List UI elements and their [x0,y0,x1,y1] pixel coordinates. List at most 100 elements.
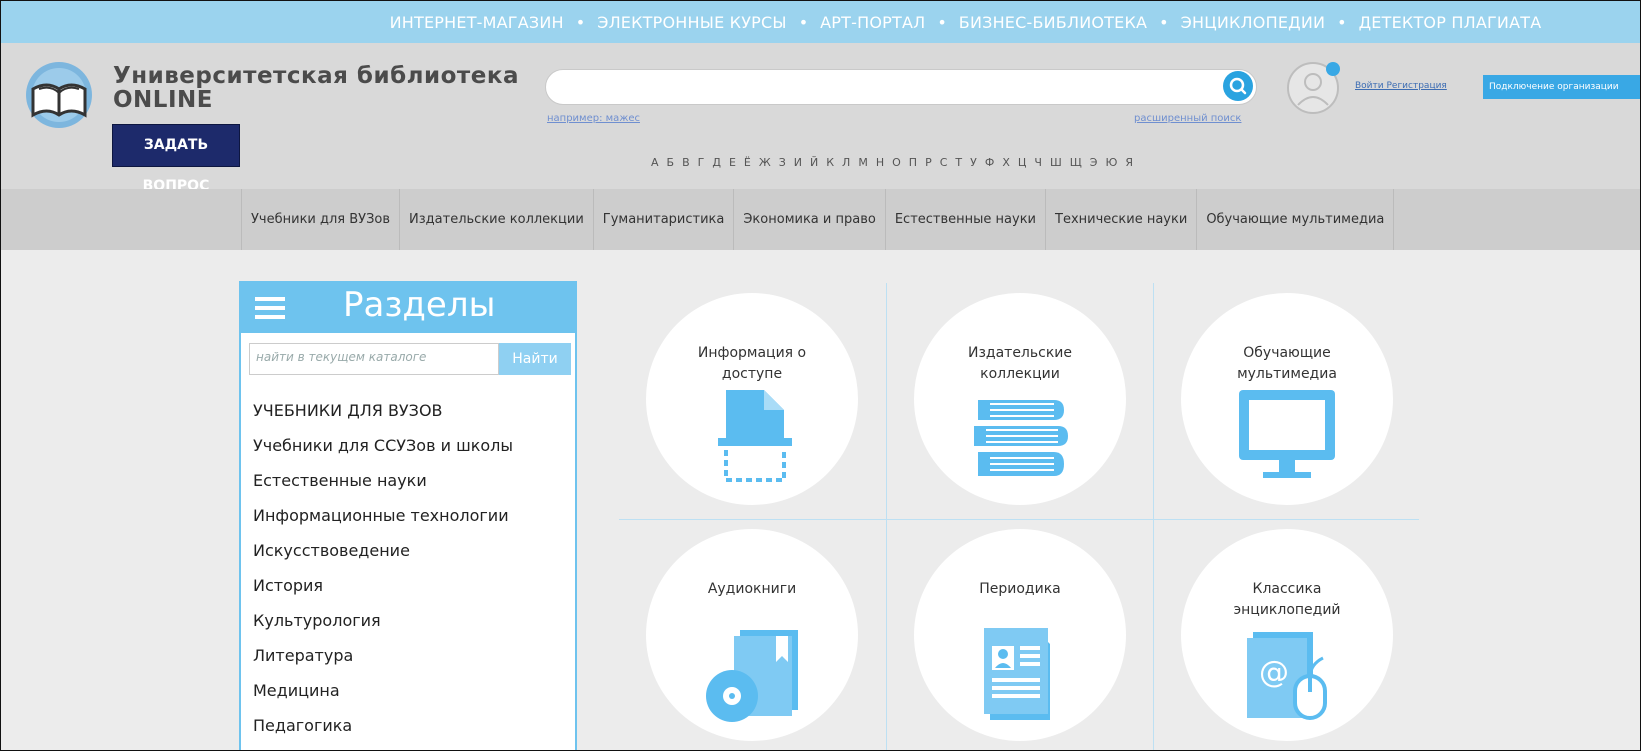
books-stack-icon [974,400,1068,476]
svg-text:@: @ [1259,655,1289,690]
alphabet-letter[interactable]: Ю [1105,156,1118,169]
alphabet-letter[interactable]: П [909,156,918,169]
audiobook-disc-icon [706,630,798,722]
alphabet-letter[interactable]: Д [712,156,722,169]
search-button[interactable] [1223,71,1253,101]
tile-audiobooks[interactable]: Аудиокниги [646,529,858,741]
category-tab-university-textbooks[interactable]: Учебники для ВУЗов [241,189,399,250]
section-item[interactable]: Медицина [253,673,513,708]
connect-organization-button[interactable]: Подключение организации [1483,75,1640,99]
menu-icon[interactable] [255,297,285,319]
section-item[interactable]: Культурология [253,603,513,638]
category-tab-multimedia[interactable]: Обучающие мультимедиа [1196,189,1395,250]
alphabet-letter[interactable]: У [970,156,978,169]
alphabet-letter[interactable]: Щ [1070,156,1083,169]
category-nav: Учебники для ВУЗов Издательские коллекци… [1,189,1640,250]
topbar-link-plagiarism[interactable]: ДЕТЕКТОР ПЛАГИАТА [1359,13,1542,32]
tile-label: Информация о доступе [697,345,807,382]
alphabet-letter[interactable]: Н [876,156,885,169]
tile-label: Периодика [979,581,1061,597]
tile-label: Классика энциклопедий [1233,581,1341,618]
tile-publisher-collections[interactable]: Издательские коллекции [914,293,1126,505]
topbar-separator: • [1337,12,1347,32]
alphabet-letter[interactable]: Р [925,156,933,169]
category-tab-natural-sciences[interactable]: Естественные науки [884,189,1045,250]
section-item[interactable]: Педагогика [253,708,513,743]
tile-periodicals[interactable]: Периодика [914,529,1126,741]
topbar-link-shop[interactable]: ИНТЕРНЕТ-МАГАЗИН [390,13,564,32]
catalog-search-input[interactable]: найти в текущем каталоге [249,343,499,375]
section-item[interactable]: История [253,568,513,603]
topbar-link-business[interactable]: БИЗНЕС-БИБЛИОТЕКА [959,13,1147,32]
alphabet-letter[interactable]: Т [955,156,963,169]
section-item[interactable]: Литература [253,638,513,673]
alphabet-letter[interactable]: И [794,156,803,169]
category-tab-humanities[interactable]: Гуманитаристика [592,189,734,250]
search-input[interactable] [545,69,1257,105]
section-item[interactable]: УЧЕБНИКИ ДЛЯ ВУЗОВ [253,393,513,428]
alphabet-letter[interactable]: Ц [1018,156,1028,169]
tile-encyclopedias[interactable]: Классика энциклопедий @ [1181,529,1393,741]
advanced-search-link[interactable]: расширенный поиск [1134,113,1241,124]
alphabet-letter[interactable]: Э [1090,156,1099,169]
topbar-separator: • [798,12,809,32]
alphabet-letter[interactable]: Е [729,156,737,169]
category-tab-economics-law[interactable]: Экономика и право [733,189,884,250]
sections-panel: Разделы найти в текущем каталоге Найти У… [239,281,577,750]
alphabet-letter[interactable]: Х [1002,156,1011,169]
login-register-link[interactable]: Войти Регистрация [1355,81,1447,91]
search-example-link[interactable]: например: мажес [547,113,640,124]
alphabet-letter[interactable]: Ж [759,156,772,169]
alphabet-letter[interactable]: К [826,156,835,169]
alphabet-letter[interactable]: В [682,156,691,169]
logo-line2: ONLINE [113,87,213,113]
document-scan-icon [718,390,792,482]
alphabet-letter[interactable]: М [858,156,869,169]
tile-label: Издательские коллекции [967,345,1072,382]
topbar-link-courses[interactable]: ЭЛЕКТРОННЫЕ КУРСЫ [597,13,787,32]
alphabet-letter[interactable]: Ш [1050,156,1063,169]
periodical-icon [984,628,1050,720]
topbar-link-art[interactable]: АРТ-ПОРТАЛ [820,13,925,32]
tile-label: Обучающие мультимедиа [1237,345,1337,382]
section-item[interactable]: Естественные науки [253,463,513,498]
site-logo-text[interactable]: Университетская библиотека ONLINE [113,64,519,112]
logo-line1: Университетская библиотека [113,63,519,89]
tile-label: Аудиокниги [707,581,797,597]
sections-header: Разделы [241,283,575,333]
search-icon [1229,77,1247,95]
alphabet-letter[interactable]: Б [667,156,676,169]
section-item[interactable]: Искусствоведение [253,533,513,568]
catalog-find-button[interactable]: Найти [499,343,571,375]
alphabet-letter[interactable]: Я [1125,156,1134,169]
logo-icon[interactable] [21,59,97,131]
alphabet-letter[interactable]: Г [698,156,706,169]
alphabet-letter[interactable]: З [779,156,787,169]
topbar-link-encyclopedias[interactable]: ЭНЦИКЛОПЕДИИ [1181,13,1326,32]
notification-badge [1326,62,1340,76]
encyclopedia-mouse-icon: @ [1247,632,1327,720]
section-item[interactable]: Информационные технологии [253,498,513,533]
category-tab-publisher-collections[interactable]: Издательские коллекции [399,189,593,250]
section-item[interactable]: Учебники для ССУЗов и школы [253,428,513,463]
monitor-icon [1239,390,1335,478]
topbar-separator: • [937,12,947,32]
alphabet-letter[interactable]: Л [842,156,851,169]
alphabet-letter[interactable]: С [940,156,949,169]
tile-access-info[interactable]: Информация о доступе [646,293,858,505]
sections-list: УЧЕБНИКИ ДЛЯ ВУЗОВ Учебники для ССУЗов и… [253,393,513,743]
alphabet-letter[interactable]: Ф [985,156,995,169]
topbar-separator: • [1159,12,1169,32]
ask-question-button[interactable]: ЗАДАТЬ ВОПРОС [112,124,240,194]
topbar-separator: • [575,12,586,32]
alphabet-letter[interactable]: Ч [1034,156,1043,169]
alphabet-index: АБВГДЕЁЖЗИЙКЛМНОПРСТУФХЦЧШЩЭЮЯ [651,156,1134,169]
projects-topbar: ИНТЕРНЕТ-МАГАЗИН • ЭЛЕКТРОННЫЕ КУРСЫ • А… [1,1,1640,43]
category-tab-technical-sciences[interactable]: Технические науки [1045,189,1196,250]
alphabet-letter[interactable]: Й [810,156,819,169]
alphabet-letter[interactable]: Ё [744,156,752,169]
page-frame: ИНТЕРНЕТ-МАГАЗИН • ЭЛЕКТРОННЫЕ КУРСЫ • А… [0,0,1641,751]
tile-multimedia[interactable]: Обучающие мультимедиа [1181,293,1393,505]
alphabet-letter[interactable]: О [892,156,902,169]
alphabet-letter[interactable]: А [651,156,660,169]
